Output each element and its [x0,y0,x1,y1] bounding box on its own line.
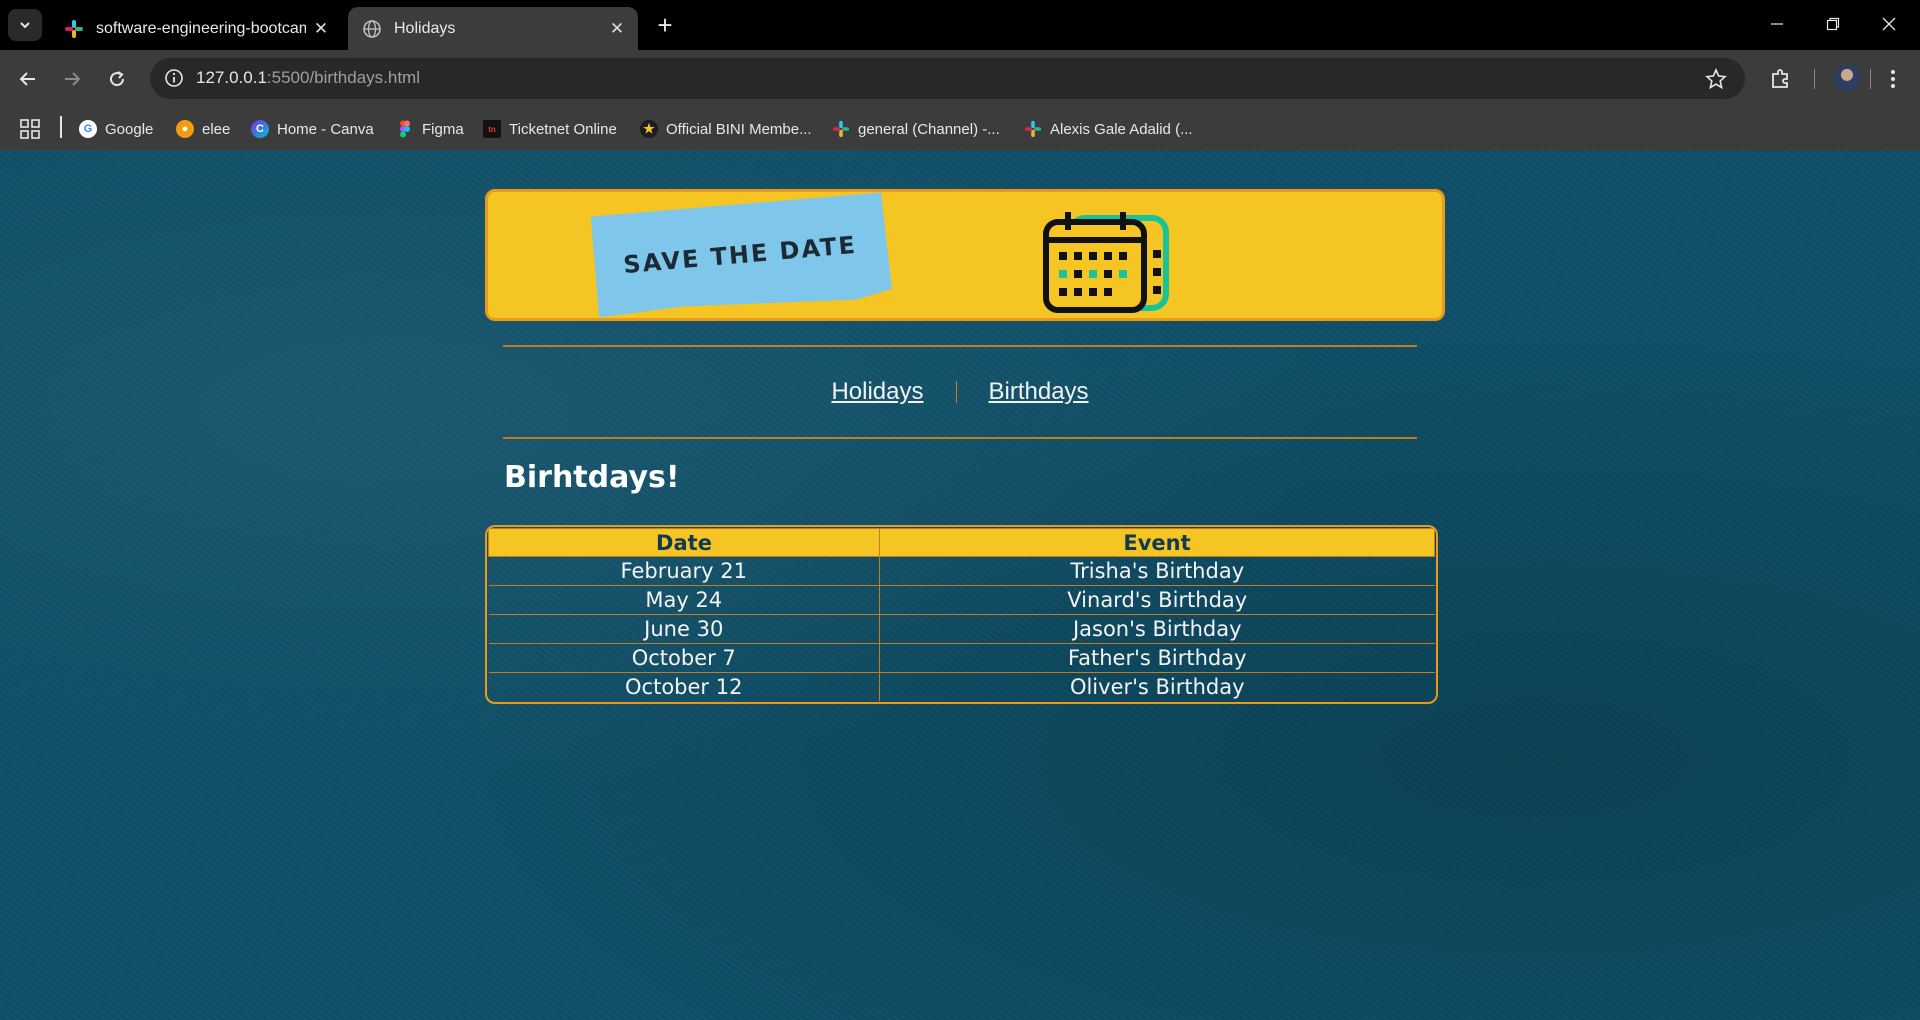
url-host: 127.0.0.1 [196,68,267,87]
event-cell: Vinard's Birthday [879,585,1435,615]
date-cell: June 30 [488,614,880,644]
apps-button[interactable] [20,116,40,142]
arrow-left-icon [19,72,35,86]
table-row: October 12 Oliver's Birthday [488,672,1435,701]
globe-icon [363,19,381,38]
bookmark-general-channel[interactable]: general (Channel) -... [832,116,1000,142]
forward-button[interactable] [56,63,88,95]
bookmark-label: Alexis Gale Adalid (... [1050,120,1193,138]
nav-link-birthdays[interactable]: Birthdays [989,378,1089,406]
sticker-text: SAVE THE DATE [622,230,858,280]
puzzle-icon [1772,69,1788,88]
tab-bar: software-engineering-bootcamp ✕ Holidays… [0,0,1920,50]
bookmark-label: general (Channel) -... [858,120,1000,138]
table-row: May 24 Vinard's Birthday [488,585,1435,615]
divider-bottom [503,437,1417,439]
reload-icon [110,71,125,87]
slack-icon [1024,120,1042,138]
bookmark-label: Figma [422,120,464,138]
site-info-icon[interactable] [164,68,184,88]
birthdays-table: Date Event February 21 Trisha's Birthday… [485,525,1438,704]
restore-button[interactable] [1810,8,1856,40]
toolbar-divider [1870,69,1871,89]
chevron-down-icon [20,22,30,29]
bookmark-elee[interactable]: ● elee [176,116,230,142]
date-cell: October 12 [488,672,880,701]
apps-grid-icon [20,119,40,139]
event-cell: Trisha's Birthday [879,556,1435,586]
restore-icon [1826,17,1840,31]
bookmark-label: Official BINI Membe... [666,120,812,138]
event-cell: Oliver's Birthday [1069,675,1245,699]
bookmark-label: elee [202,120,231,138]
bookmark-google[interactable]: G Google [79,116,153,142]
close-tab-icon[interactable]: ✕ [310,18,332,40]
elee-icon: ● [176,120,194,138]
bookmark-alexis[interactable]: Alexis Gale Adalid (... [1024,116,1193,142]
tab-software-engineering[interactable]: software-engineering-bootcamp ✕ [50,7,342,50]
star-icon: ★ [640,120,658,138]
event-cell: Father's Birthday [879,643,1435,673]
extensions-button[interactable] [1766,64,1796,94]
profile-avatar[interactable] [1834,65,1860,91]
page-content: SAVE THE DATE Holidays Birthdays Birhtda… [0,150,1920,1020]
calendar-icon [1043,212,1169,313]
divider-top [503,345,1417,347]
arrow-right-icon [65,72,81,86]
date-cell: May 24 [488,585,880,615]
page-nav: Holidays Birthdays [503,372,1417,412]
slack-icon [65,19,83,38]
close-tab-icon[interactable]: ✕ [606,18,628,40]
bookmark-label: Home - Canva [277,120,374,138]
date-cell: February 21 [488,556,880,586]
save-the-date-sticker: SAVE THE DATE [587,192,892,318]
ticketnet-icon: tn [483,120,501,138]
table-row: October 7 Father's Birthday [488,643,1435,673]
bookmarks-divider [60,116,62,138]
figma-icon [400,120,410,138]
bookmark-canva[interactable]: C Home - Canva [251,116,374,142]
canva-icon: C [251,120,269,138]
address-bar[interactable]: 127.0.0.1:5500/birthdays.html [150,58,1745,99]
column-header-event: Event [879,528,1435,557]
reload-button[interactable] [101,63,133,95]
bookmark-star-icon[interactable] [1705,68,1727,90]
slack-icon [832,120,850,138]
tab-title: Holidays [394,19,456,37]
table-row: February 21 Trisha's Birthday [488,556,1435,586]
menu-button[interactable] [1878,64,1908,94]
tab-search-button[interactable] [8,9,42,41]
save-the-date-banner: SAVE THE DATE [485,189,1445,321]
event-cell: Jason's Birthday [879,614,1435,644]
table-header-row: Date Event [488,528,1435,557]
bookmarks-bar: G Google ● elee C Home - Canva Figma tn … [0,108,1920,150]
nav-link-holidays[interactable]: Holidays [831,378,923,406]
column-header-date: Date [488,528,880,557]
more-vertical-icon [1891,70,1895,88]
url-path: :5500/birthdays.html [266,68,420,87]
table-row: June 30 Jason's Birthday [488,614,1435,644]
url-text[interactable]: 127.0.0.1:5500/birthdays.html [196,68,420,88]
new-tab-button[interactable]: + [650,10,680,40]
bookmark-figma[interactable]: Figma [396,116,464,142]
nav-divider [955,381,957,403]
bookmark-ticketnet[interactable]: tn Ticketnet Online [483,116,617,142]
browser-toolbar: 127.0.0.1:5500/birthdays.html [0,50,1920,108]
close-window-button[interactable] [1866,8,1912,40]
back-button[interactable] [12,63,44,95]
minimize-button[interactable] [1754,8,1800,40]
tab-title: software-engineering-bootcamp [96,19,306,37]
date-cell: October 7 [488,643,880,673]
toolbar-divider [1814,69,1815,89]
page-title: Birhtdays! [504,460,680,495]
minimize-icon [1771,23,1783,25]
google-icon: G [79,120,97,138]
bookmark-bini[interactable]: ★ Official BINI Membe... [640,116,812,142]
bookmark-label: Ticketnet Online [509,120,617,138]
bookmark-label: Google [105,120,154,138]
tab-holidays[interactable]: Holidays ✕ [348,7,638,50]
close-icon [1882,17,1896,31]
